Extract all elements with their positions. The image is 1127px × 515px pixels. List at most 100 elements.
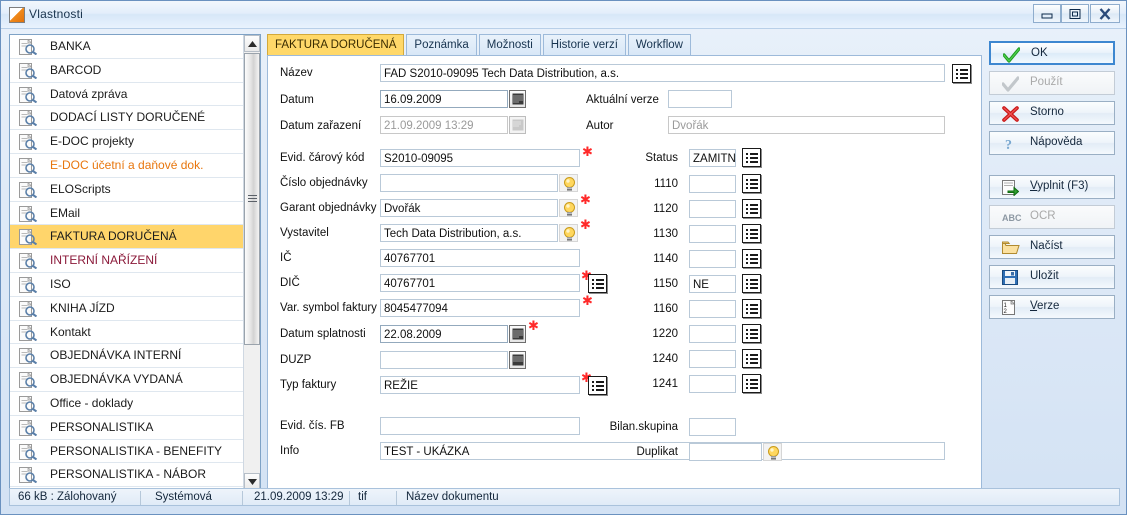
- duzp-calendar-button[interactable]: [509, 351, 526, 369]
- tab-5[interactable]: Workflow: [627, 34, 691, 55]
- list-item[interactable]: PERSONALISTIKA - NÁBOR: [10, 463, 243, 488]
- tab-3[interactable]: Možnosti: [478, 34, 541, 55]
- list-item[interactable]: Datová zpráva: [10, 83, 243, 107]
- datum-calendar-button[interactable]: [509, 90, 526, 108]
- button-ok[interactable]: OK: [989, 41, 1115, 65]
- button-verze[interactable]: 1 2 Verze: [989, 295, 1115, 319]
- button-label: Storno: [1030, 106, 1064, 118]
- code-1241-input[interactable]: [689, 375, 736, 393]
- button-pou-t: Použít: [989, 71, 1115, 95]
- nazev-input[interactable]: FAD S2010-09095 Tech Data Distribution, …: [380, 64, 945, 82]
- code-1240-input[interactable]: [689, 350, 736, 368]
- bilan-skupina-input[interactable]: [689, 418, 736, 436]
- list-item-label: E-DOC projekty: [50, 134, 135, 149]
- garant-objednavky-bulb-icon[interactable]: [559, 199, 578, 217]
- list-item[interactable]: INTERNÍ NAŘÍZENÍ: [10, 249, 243, 273]
- code-1140-lookup-button[interactable]: [742, 249, 761, 268]
- list-item[interactable]: ISO: [10, 273, 243, 297]
- vystavitel-bulb-icon[interactable]: [559, 224, 578, 242]
- document-search-icon: [19, 300, 38, 318]
- nazev-lookup-button[interactable]: [952, 64, 971, 83]
- datum-zarazeni-input: 21.09.2009 13:29: [380, 116, 508, 134]
- button-label: OK: [1031, 47, 1048, 59]
- list-item[interactable]: E-DOC účetní a daňové dok.: [10, 154, 243, 178]
- vystavitel-input[interactable]: Tech Data Distribution, a.s.: [380, 224, 558, 242]
- list-item[interactable]: ELOScripts: [10, 178, 243, 202]
- tab-1[interactable]: FAKTURA DORUČENÁ: [267, 34, 405, 55]
- minimize-button[interactable]: [1033, 4, 1061, 23]
- list-item[interactable]: PERSONALISTIKA - BENEFITY: [10, 440, 243, 464]
- list-item[interactable]: EMail: [10, 202, 243, 226]
- list-item[interactable]: BARCOD: [10, 59, 243, 83]
- scroll-up-arrow-icon[interactable]: [244, 35, 260, 52]
- code-1240-lookup-button[interactable]: [742, 349, 761, 368]
- label-duzp: DUZP: [280, 354, 312, 366]
- status-timestamp: 21.09.2009 13:29: [254, 491, 344, 503]
- dic-input[interactable]: 40767701: [380, 274, 580, 292]
- keyword-list[interactable]: BANKA BARCOD Datová zpráva DODACÍ LISTY DOR…: [10, 35, 243, 490]
- duplikat-bulb-icon[interactable]: [763, 443, 782, 461]
- list-scrollbar[interactable]: [243, 35, 260, 490]
- button-ocr: ABC OCR: [989, 205, 1115, 229]
- code-1241-lookup-button[interactable]: [742, 374, 761, 393]
- datum-input[interactable]: 16.09.2009: [380, 90, 508, 108]
- aktualni-verze-input[interactable]: [668, 90, 732, 108]
- button-na-st[interactable]: Načíst: [989, 235, 1115, 259]
- ic-input[interactable]: 40767701: [380, 249, 580, 267]
- code-1130-input[interactable]: [689, 225, 736, 243]
- list-item-label: PERSONALISTIKA: [50, 419, 154, 434]
- list-item[interactable]: OBJEDNÁVKA VYDANÁ: [10, 368, 243, 392]
- list-item[interactable]: FAKTURA DORUČENÁ: [10, 225, 243, 250]
- cislo-objednavky-bulb-icon[interactable]: [559, 174, 578, 192]
- tab-2[interactable]: Poznámka: [406, 34, 477, 55]
- list-item[interactable]: Kontakt: [10, 321, 243, 345]
- status-input[interactable]: ZAMITNU: [689, 149, 736, 167]
- button-storno[interactable]: Storno: [989, 101, 1115, 125]
- code-1150-lookup-button[interactable]: [742, 274, 761, 293]
- evid-cis-fb-input[interactable]: [380, 417, 580, 435]
- code-1150-input[interactable]: NE: [689, 275, 736, 293]
- code-1220-lookup-button[interactable]: [742, 324, 761, 343]
- scrollbar-thumb[interactable]: [244, 53, 260, 345]
- button-label: Použít: [1030, 76, 1063, 88]
- code-1110-lookup-button[interactable]: [742, 174, 761, 193]
- code-1110-input[interactable]: [689, 175, 736, 193]
- list-item[interactable]: PERSONALISTIKA: [10, 416, 243, 440]
- button-vyplnit-f3[interactable]: Vyplnit (F3): [989, 175, 1115, 199]
- datum-splatnosti-input[interactable]: 22.08.2009: [380, 325, 508, 343]
- list-item-label: ELOScripts: [50, 181, 111, 196]
- label-status: Status: [645, 152, 678, 164]
- code-1120-input[interactable]: [689, 200, 736, 218]
- duplikat-input[interactable]: [689, 443, 762, 461]
- status-lookup-button[interactable]: [742, 148, 761, 167]
- list-item[interactable]: KNIHA JÍZD: [10, 297, 243, 321]
- versions-icon: 12: [1002, 299, 1019, 316]
- tab-4[interactable]: Historie verzí: [542, 34, 626, 55]
- code-1120-lookup-button[interactable]: [742, 199, 761, 218]
- code-1160-input[interactable]: [689, 300, 736, 318]
- list-item[interactable]: DODACÍ LISTY DORUČENÉ: [10, 106, 243, 131]
- cislo-objednavky-input[interactable]: [380, 174, 558, 192]
- code-1130-lookup-button[interactable]: [742, 224, 761, 243]
- status-separator-1: [140, 491, 141, 505]
- close-button[interactable]: [1090, 4, 1120, 23]
- typ-faktury-input[interactable]: REŽIE: [380, 376, 580, 394]
- code-1220-input[interactable]: [689, 325, 736, 343]
- list-item[interactable]: E-DOC projekty: [10, 130, 243, 154]
- label-datum: Datum: [280, 94, 314, 106]
- garant-objednavky-input[interactable]: Dvořák: [380, 199, 558, 217]
- code-1140-input[interactable]: [689, 250, 736, 268]
- button-ulo-it[interactable]: Uložit: [989, 265, 1115, 289]
- list-item[interactable]: BANKA: [10, 35, 243, 59]
- list-item[interactable]: OBJEDNÁVKA INTERNÍ: [10, 344, 243, 369]
- list-item[interactable]: Office - doklady: [10, 392, 243, 416]
- datum-splatnosti-calendar-button[interactable]: [509, 325, 526, 343]
- duzp-input[interactable]: [380, 351, 508, 369]
- button-n-pov-da[interactable]: ? Nápověda: [989, 131, 1115, 155]
- var-symbol-input[interactable]: 8045477094: [380, 299, 580, 317]
- open-folder-icon: [1002, 240, 1020, 256]
- code-1160-lookup-button[interactable]: [742, 299, 761, 318]
- maximize-button[interactable]: [1061, 4, 1089, 23]
- evid-carovy-kod-input[interactable]: S2010-09095: [380, 149, 580, 167]
- floppy-save-icon: [1002, 270, 1019, 286]
